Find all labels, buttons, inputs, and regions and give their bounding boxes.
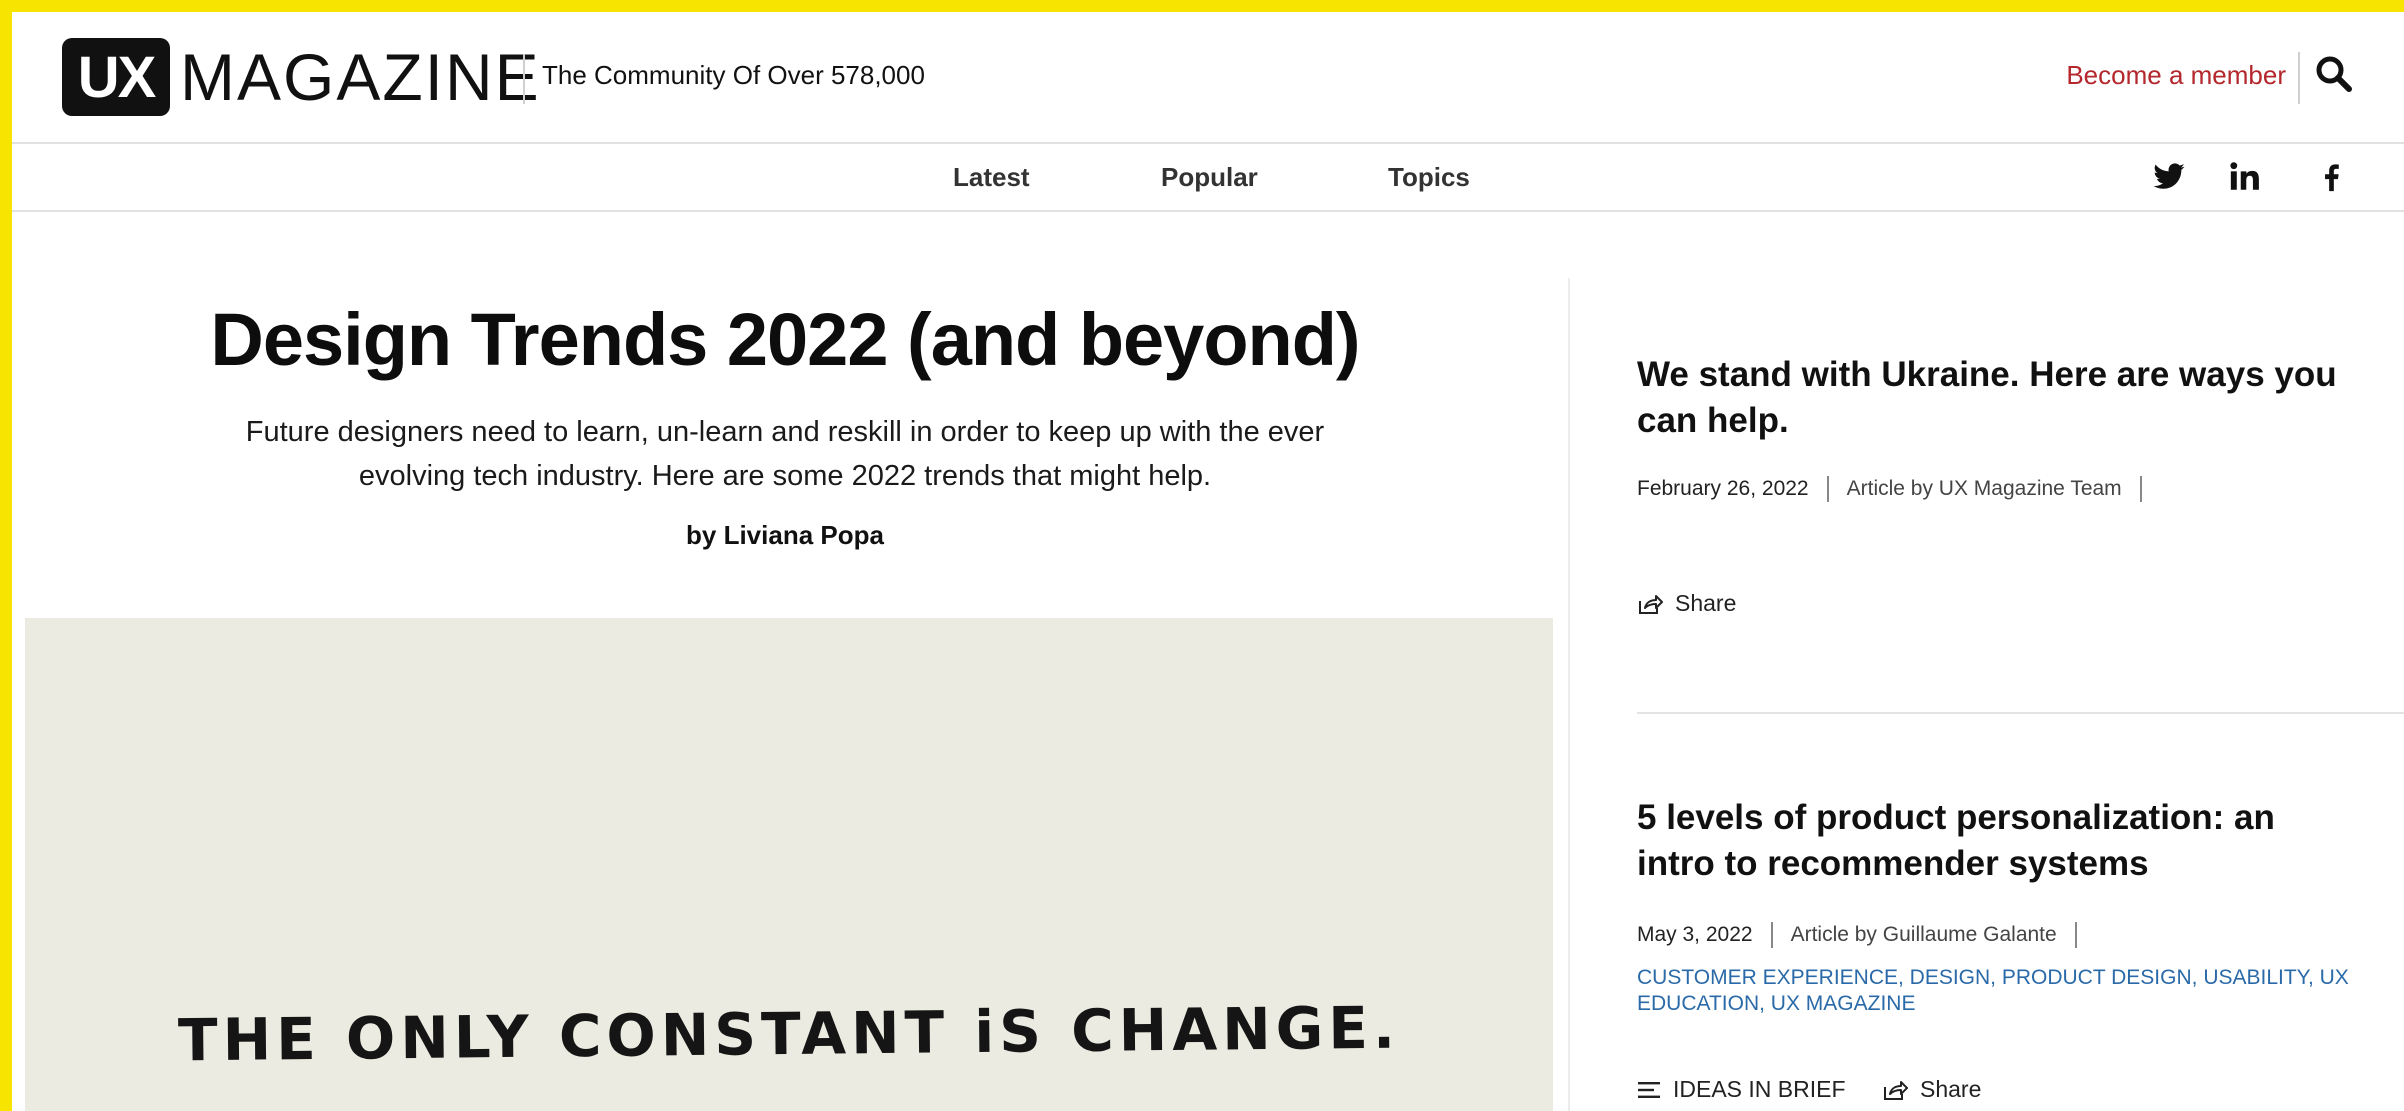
linkedin-icon (2230, 162, 2259, 190)
card-author[interactable]: Article by UX Magazine Team (1847, 477, 2122, 501)
meta-divider (2074, 922, 2077, 948)
share-button[interactable]: Share (1882, 1076, 1981, 1103)
twitter-icon (2153, 163, 2185, 189)
ideas-in-brief-link[interactable]: IDEAS IN BRIEF (1637, 1076, 1846, 1103)
search-icon (2316, 56, 2352, 92)
article-subtitle: Future designers need to learn, un-learn… (245, 416, 1325, 492)
list-icon (1638, 1081, 1660, 1098)
card-tags[interactable]: CUSTOMER EXPERIENCE, DESIGN, PRODUCT DES… (1637, 965, 2357, 1017)
nav-topics[interactable]: Topics (1388, 162, 1470, 193)
sidebar-card-meta: May 3, 2022 Article by Guillaume Galante (1637, 922, 2095, 948)
share-icon (1639, 594, 1663, 614)
site-header: UX MAGAZINE The Community Of Over 578,00… (12, 12, 2404, 144)
main-nav: Latest Popular Topics (12, 144, 2404, 212)
meta-divider (2139, 476, 2142, 502)
logo-ux-mark: UX (62, 38, 170, 116)
card-date: February 26, 2022 (1637, 477, 1809, 500)
card-date: May 3, 2022 (1637, 923, 1753, 946)
category-label: IDEAS IN BRIEF (1673, 1076, 1846, 1102)
site-tagline: The Community Of Over 578,000 (542, 60, 925, 90)
sidebar-card-title[interactable]: 5 levels of product personalization: an … (1637, 795, 2357, 887)
share-icon (1884, 1080, 1908, 1100)
site-logo[interactable]: UX MAGAZINE (62, 37, 541, 117)
share-label: Share (1920, 1076, 1982, 1102)
article-title: Design Trends 2022 (and beyond) (210, 298, 1360, 381)
page: UX MAGAZINE The Community Of Over 578,00… (12, 12, 2404, 1111)
nav-popular[interactable]: Popular (1161, 162, 1258, 193)
share-label: Share (1675, 590, 1737, 616)
share-button[interactable]: Share (1637, 590, 1736, 617)
sidebar-card-title[interactable]: We stand with Ukraine. Here are ways you… (1637, 352, 2357, 444)
facebook-link[interactable] (2314, 160, 2348, 194)
sidebar-card-meta: February 26, 2022 Article by UX Magazine… (1637, 476, 2160, 502)
nav-latest[interactable]: Latest (953, 162, 1030, 193)
hero-image: THE ONLY CONSTANT iS CHANGE. (25, 618, 1553, 1111)
twitter-link[interactable] (2152, 160, 2186, 194)
linkedin-link[interactable] (2228, 160, 2262, 194)
sidebar-divider (1568, 278, 1570, 1111)
logo-wordmark: MAGAZINE (180, 40, 541, 114)
search-button[interactable] (2314, 54, 2360, 100)
tagline-divider (523, 54, 525, 104)
card-divider (1637, 712, 2404, 714)
card-author[interactable]: Article by Guillaume Galante (1791, 923, 2057, 947)
hero-handwritten-text: THE ONLY CONSTANT iS CHANGE. (177, 993, 1401, 1075)
meta-divider (1826, 476, 1829, 502)
article-byline[interactable]: by Liviana Popa (12, 520, 1558, 551)
become-member-link[interactable]: Become a member (2066, 60, 2286, 91)
meta-divider (1770, 922, 1773, 948)
facebook-icon (2325, 164, 2339, 192)
header-divider (2298, 52, 2300, 104)
